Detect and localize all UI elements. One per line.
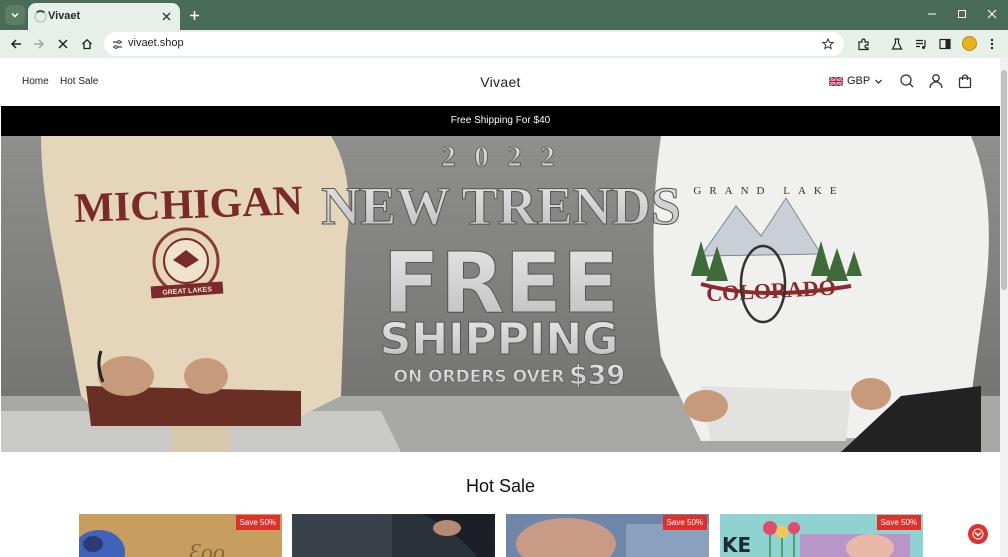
- close-window-button[interactable]: [978, 4, 1006, 24]
- close-icon: [162, 12, 170, 20]
- site-header: Home Hot Sale Vivaet GBP: [1, 58, 1000, 106]
- shopping-bag-icon[interactable]: [957, 73, 973, 89]
- browser-tab-bar: Vivaet: [0, 0, 1008, 30]
- side-panel-button[interactable]: [935, 34, 955, 54]
- product-card[interactable]: Ɛoo Save 50%: [79, 514, 282, 557]
- uk-flag-icon: [829, 76, 843, 86]
- product-image: [292, 514, 495, 557]
- product-card[interactable]: KE Save 50%: [720, 514, 923, 557]
- page-scrollbar[interactable]: [1000, 58, 1008, 557]
- svg-text:Ɛoo: Ɛoo: [189, 540, 225, 557]
- plus-icon: [189, 10, 199, 20]
- bookmark-star-icon[interactable]: [822, 38, 834, 50]
- web-page: Home Hot Sale Vivaet GBP Free Shipping F…: [1, 58, 1000, 557]
- home-icon: [82, 38, 92, 50]
- arrow-right-icon: [34, 39, 45, 49]
- queue-music-icon: [916, 39, 926, 49]
- home-button[interactable]: [77, 34, 97, 54]
- hero-banner-image: MICHIGAN GREAT LAKES GRAND LAKE COLORADO: [1, 136, 1000, 452]
- browser-toolbar: vivaet.shop: [0, 30, 1008, 58]
- search-icon[interactable]: [899, 73, 915, 89]
- tab-title: Vivaet: [48, 10, 81, 22]
- discount-badge: Save 50%: [662, 515, 707, 530]
- labs-button[interactable]: [887, 34, 907, 54]
- hero-left-sweatshirt-text: MICHIGAN: [73, 178, 303, 232]
- media-controls-button[interactable]: [911, 34, 931, 54]
- hero-orders-text: ON ORDERS OVER: [394, 367, 565, 387]
- hero-year-text: 2 0 2 2: [442, 142, 561, 173]
- minimize-button[interactable]: [918, 4, 946, 24]
- puzzle-icon: [857, 37, 869, 50]
- close-icon: [987, 9, 997, 19]
- discount-badge: Save 50%: [876, 515, 921, 530]
- browser-menu-button[interactable]: [982, 34, 1002, 54]
- tab-close-button[interactable]: [158, 8, 174, 24]
- currency-label: GBP: [847, 75, 871, 87]
- site-info-icon: [113, 40, 122, 49]
- discount-badge: Save 50%: [235, 515, 280, 530]
- user-account-icon[interactable]: [928, 73, 944, 89]
- address-bar[interactable]: vivaet.shop: [104, 32, 844, 56]
- maximize-icon: [958, 10, 966, 18]
- scrollbar-thumb[interactable]: [1001, 70, 1007, 290]
- loading-spinner-icon: [34, 10, 47, 23]
- maximize-button[interactable]: [948, 4, 976, 24]
- stop-loading-button[interactable]: [53, 34, 73, 54]
- close-icon: [58, 39, 68, 49]
- hero-banner[interactable]: MICHIGAN GREAT LAKES GRAND LAKE COLORADO: [1, 136, 1000, 452]
- product-card[interactable]: Save 50%: [506, 514, 709, 557]
- hot-sale-heading: Hot Sale: [465, 476, 536, 496]
- chevron-down-icon: [972, 528, 984, 540]
- more-vertical-icon: [990, 38, 994, 50]
- back-button[interactable]: [6, 34, 26, 54]
- extensions-button[interactable]: [853, 34, 873, 54]
- chat-widget-button[interactable]: [968, 524, 988, 544]
- hero-right-top-text: GRAND LAKE: [693, 185, 844, 197]
- minimize-icon: [928, 13, 936, 15]
- browser-tab-active[interactable]: Vivaet: [28, 3, 180, 30]
- flask-icon: [891, 38, 903, 50]
- chevron-down-icon: [11, 12, 19, 18]
- arrow-left-icon: [10, 39, 21, 49]
- hero-headline-text: NEW TRENDS: [321, 176, 681, 236]
- forward-button[interactable]: [29, 34, 49, 54]
- url-text: vivaet.shop: [128, 37, 184, 49]
- side-panel-icon: [939, 38, 951, 50]
- new-tab-button[interactable]: [184, 5, 204, 25]
- hero-shipping-text: SHIPPING: [380, 314, 619, 365]
- tab-search-button[interactable]: [5, 5, 25, 25]
- hero-price-text: $39: [569, 360, 625, 391]
- currency-selector[interactable]: GBP: [829, 75, 883, 87]
- profile-avatar[interactable]: [962, 36, 977, 51]
- svg-text:KE: KE: [722, 533, 751, 557]
- chevron-down-icon: [875, 79, 883, 84]
- product-card[interactable]: [292, 514, 495, 557]
- announcement-bar: Free Shipping For $40: [1, 106, 1000, 136]
